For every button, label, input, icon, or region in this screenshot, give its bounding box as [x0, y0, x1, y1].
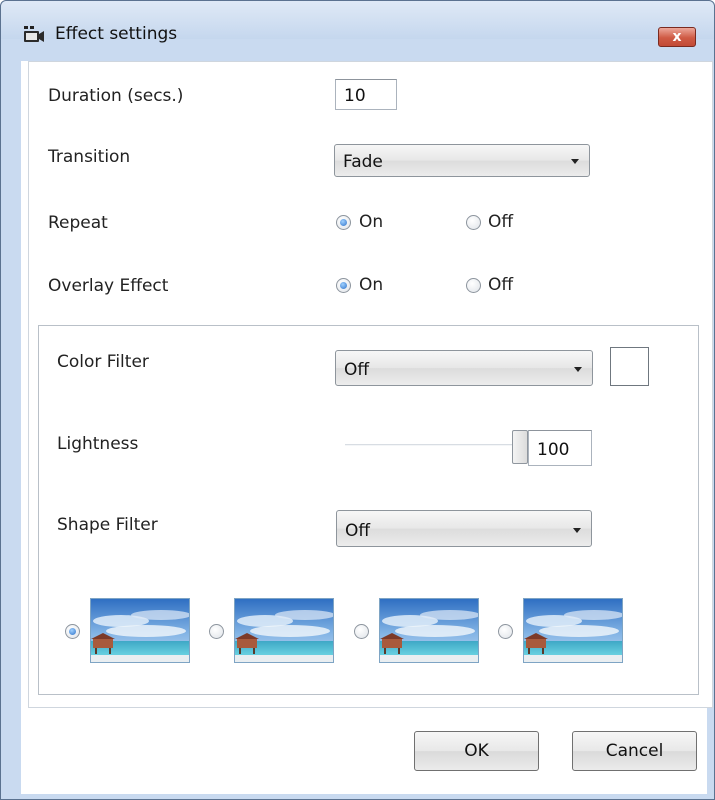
lightness-label: Lightness — [57, 434, 139, 454]
shape-option-radio-1[interactable] — [65, 624, 80, 639]
shape-thumbnail-4[interactable] — [523, 598, 623, 663]
shape-filter-selected-value: Off — [345, 521, 371, 541]
color-filter-select[interactable]: Off — [335, 350, 593, 386]
chevron-down-icon — [571, 159, 579, 164]
window-title: Effect settings — [55, 24, 178, 44]
shape-filter-label: Shape Filter — [57, 515, 158, 535]
close-icon: x — [672, 29, 682, 45]
color-filter-label: Color Filter — [57, 352, 149, 372]
transition-selected-value: Fade — [343, 152, 383, 172]
title-bar[interactable]: Effect settings x — [1, 1, 714, 47]
overlay-on-radio[interactable] — [336, 278, 351, 293]
beach-hut-image — [524, 599, 623, 663]
shape-option-radio-4[interactable] — [498, 624, 513, 639]
repeat-on-radio[interactable] — [336, 215, 351, 230]
duration-input[interactable]: 10 — [335, 79, 397, 110]
shape-option-radio-3[interactable] — [354, 624, 369, 639]
beach-hut-image — [235, 599, 334, 663]
overlay-effect-label: Overlay Effect — [48, 276, 169, 296]
color-swatch[interactable] — [610, 347, 649, 386]
duration-label: Duration (secs.) — [48, 86, 184, 106]
chevron-down-icon — [573, 528, 581, 533]
transition-label: Transition — [48, 147, 131, 167]
ok-button[interactable]: OK — [414, 731, 539, 771]
color-filter-selected-value: Off — [344, 360, 370, 380]
repeat-on-label[interactable]: On — [359, 212, 383, 232]
overlay-off-label[interactable]: Off — [488, 275, 513, 295]
repeat-off-label[interactable]: Off — [488, 212, 513, 232]
film-camera-icon — [24, 26, 44, 42]
beach-hut-image — [380, 599, 479, 663]
shape-filter-select[interactable]: Off — [336, 510, 592, 547]
repeat-label: Repeat — [48, 213, 108, 233]
repeat-off-radio[interactable] — [466, 215, 481, 230]
shape-thumbnail-3[interactable] — [379, 598, 479, 663]
transition-select[interactable]: Fade — [334, 144, 590, 177]
lightness-input[interactable]: 100 — [528, 430, 592, 466]
lightness-slider-thumb[interactable] — [512, 430, 528, 464]
beach-hut-image — [91, 599, 190, 663]
overlay-off-radio[interactable] — [466, 278, 481, 293]
lightness-slider-track[interactable] — [345, 444, 520, 446]
shape-option-radio-2[interactable] — [209, 624, 224, 639]
close-button[interactable]: x — [658, 27, 696, 47]
cancel-button[interactable]: Cancel — [572, 731, 697, 771]
shape-thumbnail-1[interactable] — [90, 598, 190, 663]
chevron-down-icon — [574, 367, 582, 372]
shape-thumbnail-2[interactable] — [234, 598, 334, 663]
overlay-on-label[interactable]: On — [359, 275, 383, 295]
